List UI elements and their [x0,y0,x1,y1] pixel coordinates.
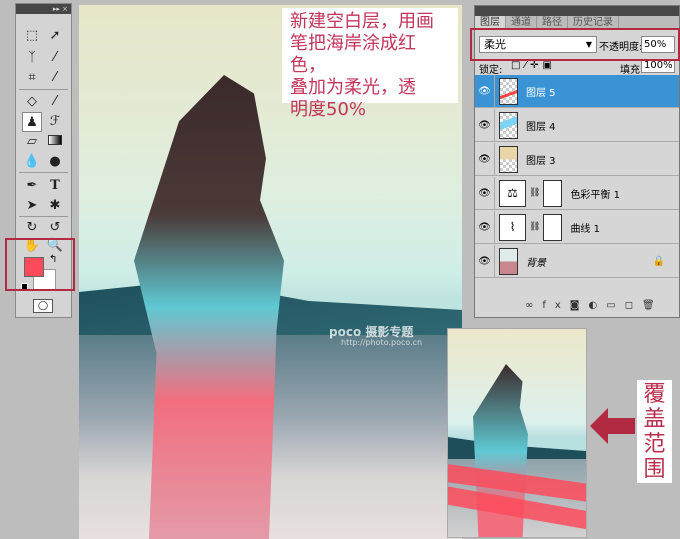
note-line: 笔把海岸涂成红色， [290,33,416,76]
layer-row-curves[interactable]: 👁 ⌇ ⛓ 曲线 1 [475,211,679,244]
layer-name: 曲线 1 [570,223,600,235]
folder-icon[interactable]: ▭ [606,300,624,311]
layer-thumbnail [499,145,518,173]
layer-thumbnail [499,111,518,139]
note-line: 明度50% [290,99,367,120]
blend-highlight-box [470,28,680,61]
layer-thumbnail [499,247,518,275]
layer-row-color-balance[interactable]: 👁 ⚖ ⛓ 色彩平衡 1 [475,177,679,210]
3d-orbit-icon[interactable]: ↺ [45,218,65,238]
brush-tool-icon[interactable]: ⁄ [45,92,65,112]
dodge-tool-icon[interactable]: ● [45,152,65,172]
marquee-tool-icon[interactable]: ⬚ [22,26,42,46]
layer-row-3[interactable]: 👁 图层 3 [475,143,679,176]
mask-thumbnail [543,213,563,241]
fill-input[interactable]: 100% [641,59,675,73]
eye-icon[interactable]: 👁 [475,177,495,209]
layer-name: 背景 [526,257,546,269]
crop-tool-icon[interactable]: ⌗ [22,68,42,88]
link-icon: ⛓ [529,188,541,198]
eyedropper-icon[interactable]: ⁄ [45,68,65,88]
new-layer-icon[interactable]: ◻ [625,300,642,311]
fx-icon[interactable]: fx [542,300,569,311]
lock-label: 锁定: [479,65,503,76]
magic-wand-icon[interactable]: ⁄ [45,48,65,68]
stamp-tool-icon[interactable]: ♟ [22,112,42,132]
instruction-note: 新建空白层，用画 笔把海岸涂成红色， 叠加为柔光，透 明度50% [282,8,458,120]
layer-row-background[interactable]: 👁 背景 🔒 [475,245,679,278]
fill-label: 填充: [620,65,644,76]
toolbox-header[interactable]: ▸▸ × [16,4,71,14]
layer-row-5[interactable]: 👁 图层 5 [475,75,679,108]
history-brush-icon[interactable]: ℱ [45,112,65,132]
eye-icon[interactable]: 👁 [475,211,495,243]
healing-brush-icon[interactable]: ◇ [22,92,42,112]
layer-name: 图层 3 [526,155,556,167]
trash-icon[interactable]: 🗑 [642,300,664,311]
layer-thumbnail [499,77,518,105]
mask-icon[interactable]: ◙ [570,300,589,311]
layer-name: 图层 4 [526,121,556,133]
layer-name: 色彩平衡 1 [570,189,620,201]
coverage-label: 覆盖范围 [637,380,672,483]
arrow-left-icon [590,408,635,444]
lock-icon: 🔒 [652,255,665,267]
note-line: 叠加为柔光，透 [290,77,416,98]
panel-header[interactable] [475,6,679,16]
layer-name: 图层 5 [526,87,556,99]
gradient-tool-icon[interactable] [45,132,65,152]
layer-row-4[interactable]: 👁 图层 4 [475,109,679,142]
eye-icon[interactable]: 👁 [475,75,495,107]
3d-rotate-icon[interactable]: ↻ [22,218,42,238]
coverage-preview-photo [447,328,587,538]
link-icon: ⛓ [529,222,541,232]
note-line: 新建空白层，用画 [290,11,434,32]
curves-icon: ⌇ [499,213,526,241]
lock-icons[interactable]: □⁄✛▣ [511,60,556,71]
mask-thumbnail [543,179,563,207]
quick-mask-icon[interactable]: ◯ [33,299,53,313]
panel-footer: ∞fx◙◐▭◻🗑 [525,300,664,311]
eraser-icon[interactable]: ▱ [22,132,42,152]
type-tool-icon[interactable]: T [45,176,65,196]
eye-icon[interactable]: 👁 [475,109,495,141]
blur-tool-icon[interactable]: 💧 [22,152,42,172]
lasso-tool-icon[interactable]: ᛉ [22,48,42,68]
move-tool-icon[interactable]: ➚ [45,26,65,46]
foreground-color-swatch-front[interactable] [24,257,44,277]
path-selection-icon[interactable]: ➤ [22,196,42,216]
eye-icon[interactable]: 👁 [475,245,495,277]
pen-tool-icon[interactable]: ✒ [22,176,42,196]
adjustment-icon[interactable]: ◐ [589,300,607,311]
balance-icon: ⚖ [499,179,526,207]
link-icon[interactable]: ∞ [525,300,542,311]
watermark-url: http://photo.poco.cn [341,338,423,347]
shape-tool-icon[interactable]: ✱ [45,196,65,216]
woman-figure [134,75,284,539]
eye-icon[interactable]: 👁 [475,143,495,175]
